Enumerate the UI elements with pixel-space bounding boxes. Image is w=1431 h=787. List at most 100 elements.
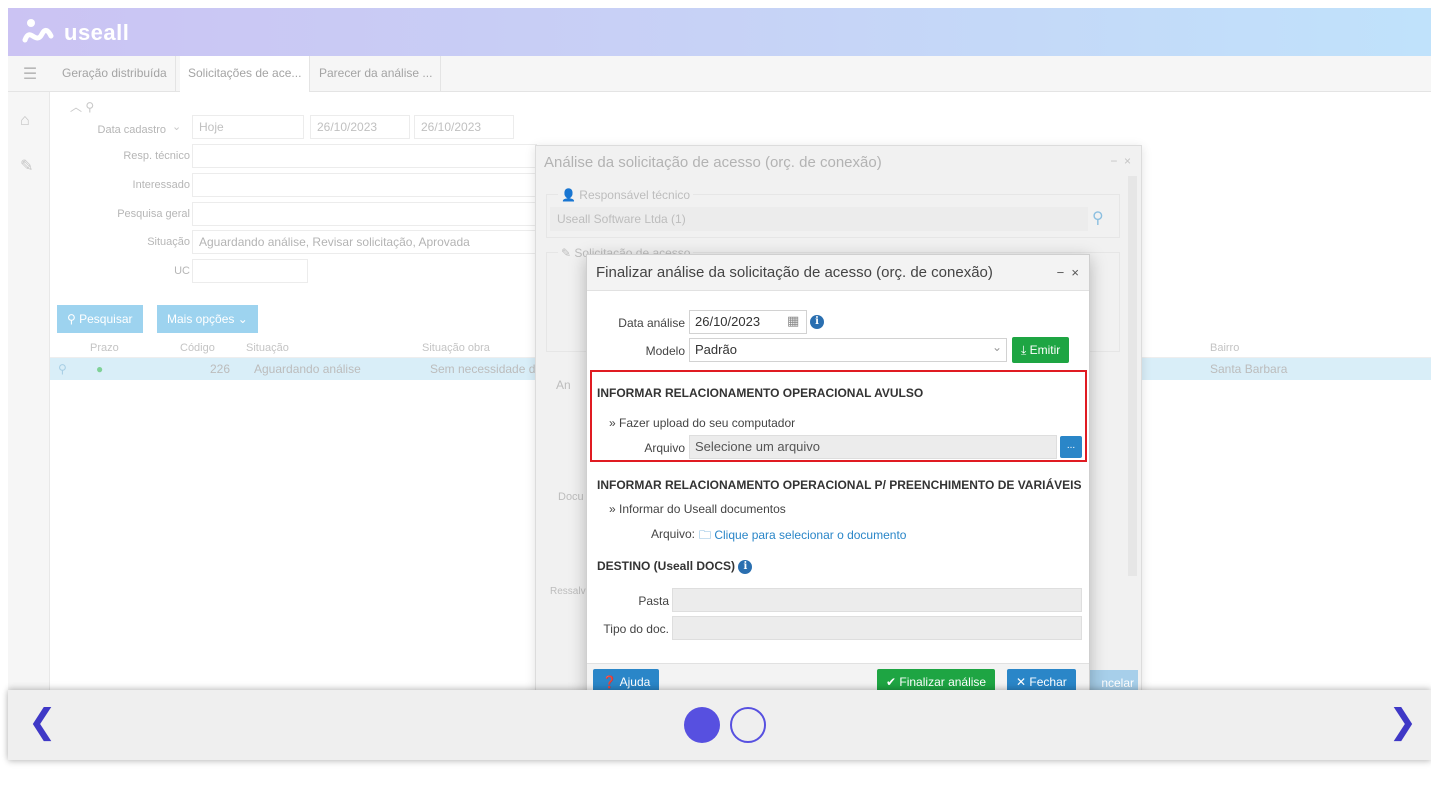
row-codigo: 226 bbox=[210, 362, 231, 376]
edit-icon[interactable]: ✎ bbox=[20, 156, 33, 176]
emitir-label: Emitir bbox=[1029, 343, 1061, 357]
prev-arrow-icon[interactable]: ❮ bbox=[28, 702, 57, 742]
period-select[interactable]: Hoje bbox=[192, 115, 304, 139]
pasta-field[interactable] bbox=[672, 588, 1082, 612]
ajuda-label: Ajuda bbox=[619, 675, 651, 689]
uc-label: UC bbox=[174, 265, 190, 277]
resp-tecnico-legend: 👤 Responsável técnico bbox=[558, 188, 694, 202]
search-icon[interactable]: ⚲ bbox=[1092, 208, 1104, 228]
tipo-doc-field[interactable] bbox=[672, 616, 1082, 640]
modelo-select[interactable]: Padrão bbox=[689, 338, 1007, 362]
tab-solicitacoes[interactable]: Solicitações de ace... bbox=[180, 56, 311, 92]
uc-field[interactable] bbox=[192, 259, 308, 283]
date-from-field[interactable]: 26/10/2023 bbox=[310, 115, 410, 139]
pesquisar-label: Pesquisar bbox=[79, 312, 133, 326]
chevron-down-icon[interactable]: ⌄ bbox=[172, 120, 181, 133]
chevron-down-icon: ⌄ bbox=[234, 312, 248, 326]
data-analise-label: Data análise bbox=[618, 316, 685, 330]
hamburger-menu-icon[interactable]: ☰ bbox=[8, 56, 52, 92]
pesquisar-button[interactable]: ⚲ Pesquisar bbox=[57, 305, 143, 333]
destino-title: DESTINO (Useall DOCS) i bbox=[597, 559, 753, 574]
folder-icon: 🗀 bbox=[699, 528, 715, 542]
analise-modal-controls[interactable]: − × bbox=[1110, 154, 1131, 168]
tab-parecer[interactable]: Parecer da análise ... bbox=[311, 56, 442, 92]
analise-modal-title: Análise da solicitação de acesso (orç. d… bbox=[544, 154, 882, 171]
col-codigo[interactable]: Código bbox=[180, 342, 215, 354]
search-icon: ⚲ bbox=[67, 312, 80, 326]
home-icon[interactable]: ⌂ bbox=[20, 112, 30, 130]
mais-opcoes-label: Mais opções bbox=[167, 312, 235, 326]
date-to-field[interactable]: 26/10/2023 bbox=[414, 115, 514, 139]
next-arrow-icon[interactable]: ❯ bbox=[1389, 702, 1418, 742]
info-icon[interactable]: i bbox=[738, 559, 753, 574]
tipo-doc-label: Tipo do doc. bbox=[603, 622, 669, 636]
chevron-down-icon[interactable]: ⌄ bbox=[992, 340, 1002, 354]
col-prazo[interactable]: Prazo bbox=[90, 342, 119, 354]
useall-logo-icon bbox=[22, 19, 54, 43]
interessado-field[interactable] bbox=[192, 173, 537, 197]
row-search-icon[interactable]: ⚲ bbox=[58, 362, 67, 376]
pesquisa-geral-label: Pesquisa geral bbox=[117, 208, 190, 220]
partial-docu-tab[interactable]: Docu bbox=[558, 491, 584, 503]
col-situacao[interactable]: Situação bbox=[246, 342, 289, 354]
row-situacao: Aguardando análise bbox=[254, 362, 361, 376]
minimize-icon[interactable]: − bbox=[1057, 265, 1065, 280]
calendar-icon[interactable]: ▦ bbox=[787, 313, 799, 329]
mais-opcoes-button[interactable]: Mais opções ⌄ bbox=[157, 305, 258, 333]
arquivo2-label: Arquivo: bbox=[650, 527, 695, 541]
app-header: useall bbox=[8, 8, 1431, 56]
data-cadastro-label: Data cadastro bbox=[97, 124, 166, 136]
download-icon: ⤓ bbox=[1021, 343, 1030, 357]
row-situacao-obra: Sem necessidade d bbox=[430, 362, 536, 376]
finalizar-modal-title: Finalizar análise da solicitação de aces… bbox=[596, 264, 993, 281]
pasta-label: Pasta bbox=[638, 594, 669, 608]
browse-file-button[interactable]: ... bbox=[1060, 436, 1082, 458]
section-variaveis-title: INFORMAR RELACIONAMENTO OPERACIONAL P/ P… bbox=[597, 478, 1082, 492]
carousel-dot-1[interactable] bbox=[684, 707, 720, 743]
close-icon[interactable]: × bbox=[1071, 265, 1079, 280]
section-avulso-title: INFORMAR RELACIONAMENTO OPERACIONAL AVUL… bbox=[597, 386, 924, 400]
emitir-button[interactable]: ⤓ Emitir bbox=[1012, 337, 1070, 363]
partial-an-label: An bbox=[556, 378, 571, 392]
edit-icon: ✎ bbox=[561, 246, 572, 260]
situacao-field[interactable]: Aguardando análise, Revisar solicitação,… bbox=[192, 230, 537, 254]
tab-bar: ☰ Geração distribuída Solicitações de ac… bbox=[8, 56, 1431, 92]
user-icon: 👤 bbox=[561, 188, 576, 202]
destino-title-text: DESTINO (Useall DOCS) bbox=[597, 559, 736, 573]
select-document-link[interactable]: 🗀 Clique para selecionar o documento bbox=[699, 526, 906, 547]
finalizar-analise-modal: Finalizar análise da solicitação de aces… bbox=[586, 254, 1090, 700]
useall-docs-line: » Informar do Useall documentos bbox=[609, 502, 786, 516]
pesquisa-geral-field[interactable] bbox=[192, 202, 537, 226]
resp-tecnico-field[interactable] bbox=[192, 144, 537, 168]
finalizar-modal-titlebar: Finalizar análise da solicitação de aces… bbox=[587, 255, 1089, 291]
resp-tecnico-value[interactable]: Useall Software Ltda (1) bbox=[550, 207, 1088, 231]
help-icon: ❓ bbox=[602, 675, 620, 689]
modelo-label: Modelo bbox=[645, 344, 685, 358]
finalizar-label: Finalizar análise bbox=[899, 675, 987, 689]
info-icon[interactable]: i bbox=[810, 314, 824, 329]
tab-geracao-distribuida[interactable]: Geração distribuída bbox=[54, 56, 176, 92]
arquivo-field[interactable]: Selecione um arquivo bbox=[689, 435, 1057, 459]
resp-tecnico-legend-text: Responsável técnico bbox=[579, 188, 691, 202]
col-bairro[interactable]: Bairro bbox=[1210, 342, 1239, 354]
partial-ressalva-label: Ressalv bbox=[550, 586, 586, 597]
scrollbar[interactable] bbox=[1128, 176, 1137, 576]
close-icon: ✕ bbox=[1016, 675, 1030, 689]
fechar-label: Fechar bbox=[1029, 675, 1067, 689]
status-ok-icon: ● bbox=[96, 362, 104, 376]
arquivo-label: Arquivo bbox=[644, 441, 685, 455]
row-bairro: Santa Barbara bbox=[1210, 362, 1288, 376]
window-controls: − × bbox=[1057, 265, 1079, 280]
collapse-search-icon[interactable]: ︿ ⚲ bbox=[70, 98, 94, 115]
situacao-label: Situação bbox=[147, 236, 190, 248]
check-icon: ✔ bbox=[886, 675, 900, 689]
interessado-label: Interessado bbox=[132, 179, 190, 191]
select-document-text: Clique para selecionar o documento bbox=[714, 528, 907, 542]
brand-name: useall bbox=[64, 20, 130, 45]
col-situacao-obra[interactable]: Situação obra bbox=[422, 342, 490, 354]
upload-line: » Fazer upload do seu computador bbox=[609, 416, 796, 430]
side-rail: ⌂ ✎ bbox=[8, 92, 50, 692]
carousel-dot-2[interactable] bbox=[730, 707, 766, 743]
resp-tecnico-label: Resp. técnico bbox=[123, 150, 190, 162]
carousel-bar: ❮ ❯ bbox=[8, 690, 1431, 760]
